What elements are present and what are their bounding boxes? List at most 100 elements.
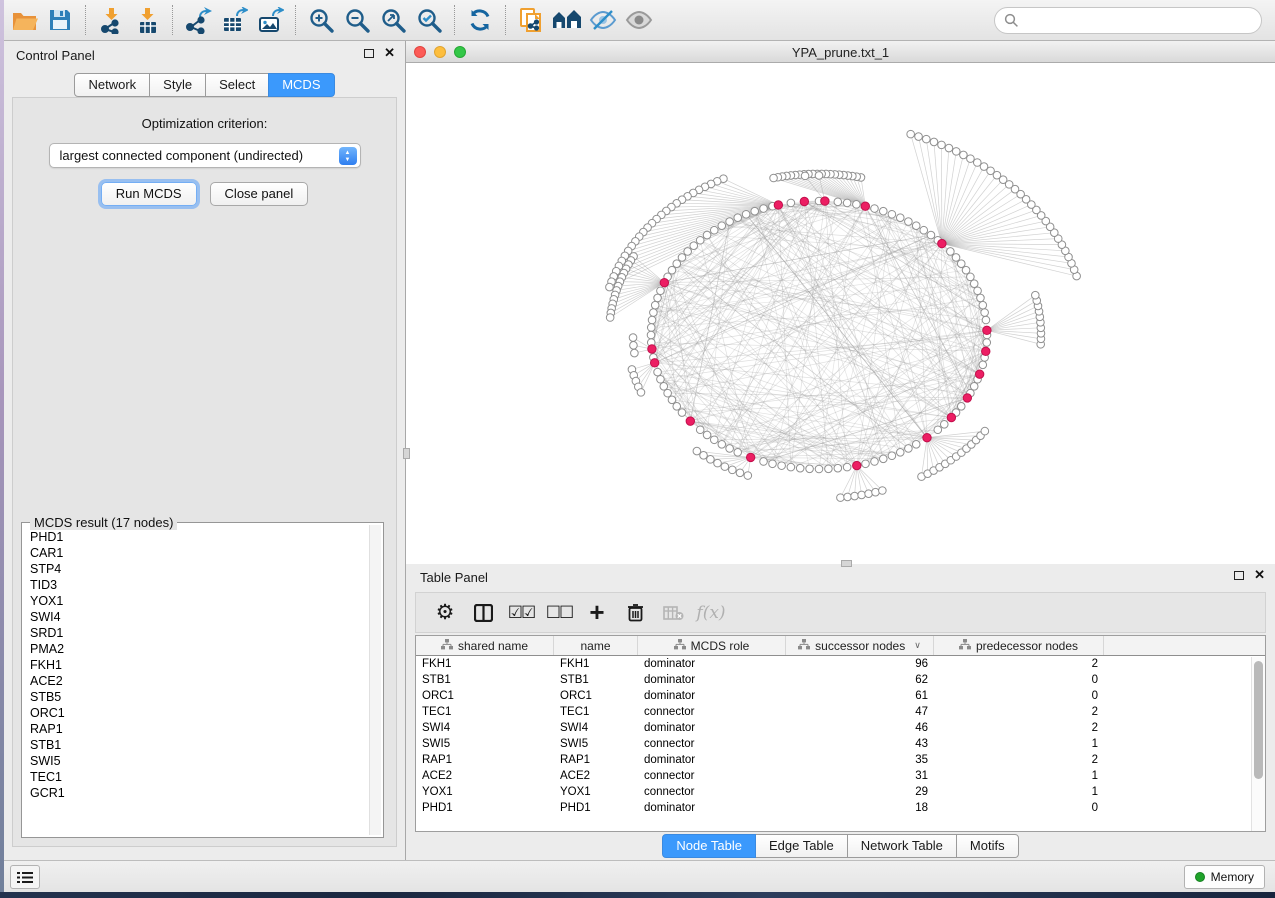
deselect-all-rows-icon[interactable]: ☐☐ xyxy=(542,597,576,629)
cell-shared-name: ACE2 xyxy=(416,770,554,782)
cell-MCDS-role: dominator xyxy=(638,658,786,670)
close-panel-icon[interactable]: ✕ xyxy=(384,48,395,58)
column-header-predecessor-nodes[interactable]: predecessor nodes xyxy=(934,636,1104,655)
tab-network[interactable]: Network xyxy=(74,73,150,97)
hide-selected-icon[interactable] xyxy=(585,3,621,37)
export-network-icon[interactable] xyxy=(180,3,216,37)
table-row[interactable]: YOX1YOX1connector291 xyxy=(416,784,1265,800)
search-input[interactable] xyxy=(1019,12,1252,29)
table-row[interactable]: STB1STB1dominator620 xyxy=(416,672,1265,688)
toolbar-separator xyxy=(505,5,506,35)
import-network-icon[interactable] xyxy=(93,3,129,37)
mcds-result-item[interactable]: ORC1 xyxy=(24,705,368,721)
mcds-result-scrollbar[interactable] xyxy=(369,525,381,835)
table-tab-motifs[interactable]: Motifs xyxy=(956,834,1019,858)
close-table-panel-icon[interactable]: ✕ xyxy=(1254,570,1265,580)
zoom-out-icon[interactable] xyxy=(339,3,375,37)
cell-predecessor-nodes: 2 xyxy=(934,722,1104,734)
save-session-icon[interactable] xyxy=(42,3,78,37)
mcds-result-list[interactable]: PHD1CAR1STP4TID3YOX1SWI4SRD1PMA2FKH1ACE2… xyxy=(24,529,368,835)
cell-successor-nodes: 35 xyxy=(786,754,934,766)
show-all-icon[interactable] xyxy=(621,3,657,37)
column-header-shared-name[interactable]: shared name xyxy=(416,636,554,655)
network-canvas[interactable] xyxy=(406,63,1275,564)
column-header-MCDS-role[interactable]: MCDS role xyxy=(638,636,786,655)
mcds-result-item[interactable]: TID3 xyxy=(24,577,368,593)
refresh-layout-icon[interactable] xyxy=(462,3,498,37)
network-column-icon xyxy=(798,639,810,653)
table-row[interactable]: SWI4SWI4dominator462 xyxy=(416,720,1265,736)
mcds-result-item[interactable]: STB5 xyxy=(24,689,368,705)
bottom-splitter-handle[interactable] xyxy=(841,560,852,567)
cell-successor-nodes: 96 xyxy=(786,658,934,670)
network-view-titlebar[interactable]: YPA_prune.txt_1 xyxy=(406,41,1275,63)
mcds-result-item[interactable]: RAP1 xyxy=(24,721,368,737)
mcds-result-item[interactable]: SWI4 xyxy=(24,609,368,625)
show-columns-icon[interactable] xyxy=(466,597,500,629)
table-row[interactable]: ACE2ACE2connector311 xyxy=(416,768,1265,784)
table-scrollbar[interactable] xyxy=(1251,657,1265,831)
mcds-result-item[interactable]: YOX1 xyxy=(24,593,368,609)
cell-MCDS-role: dominator xyxy=(638,674,786,686)
cell-shared-name: PHD1 xyxy=(416,802,554,814)
table-options-gear-icon[interactable]: ⚙ xyxy=(428,597,462,629)
mcds-result-item[interactable]: SWI5 xyxy=(24,753,368,769)
close-panel-button[interactable]: Close panel xyxy=(210,182,309,206)
cell-successor-nodes: 61 xyxy=(786,690,934,702)
tab-select[interactable]: Select xyxy=(205,73,269,97)
left-splitter-handle[interactable] xyxy=(403,448,410,459)
table-scrollbar-thumb[interactable] xyxy=(1254,661,1263,779)
network-column-icon xyxy=(959,639,971,653)
zoom-fit-icon[interactable] xyxy=(375,3,411,37)
table-row[interactable]: PHD1PHD1dominator180 xyxy=(416,800,1265,816)
table-row[interactable]: ORC1ORC1dominator610 xyxy=(416,688,1265,704)
table-tab-edge-table[interactable]: Edge Table xyxy=(755,834,848,858)
table-tab-network-table[interactable]: Network Table xyxy=(847,834,957,858)
cell-name: PHD1 xyxy=(554,802,638,814)
mcds-result-item[interactable]: SRD1 xyxy=(24,625,368,641)
import-table-icon[interactable] xyxy=(129,3,165,37)
float-panel-icon[interactable] xyxy=(364,49,374,58)
mcds-result-item[interactable]: GCR1 xyxy=(24,785,368,801)
first-neighbors-icon[interactable] xyxy=(549,3,585,37)
network-graph xyxy=(406,63,1275,564)
memory-button[interactable]: Memory xyxy=(1184,865,1265,889)
add-column-icon[interactable]: + xyxy=(580,597,614,629)
main-toolbar xyxy=(0,0,1275,41)
export-table-icon[interactable] xyxy=(216,3,252,37)
cell-shared-name: SWI4 xyxy=(416,722,554,734)
mcds-result-item[interactable]: PHD1 xyxy=(24,529,368,545)
column-header-name[interactable]: name xyxy=(554,636,638,655)
mcds-result-item[interactable]: CAR1 xyxy=(24,545,368,561)
new-network-from-selection-icon[interactable] xyxy=(513,3,549,37)
open-file-icon[interactable] xyxy=(6,3,42,37)
mcds-result-item[interactable]: FKH1 xyxy=(24,657,368,673)
export-image-icon[interactable] xyxy=(252,3,288,37)
table-tab-node-table[interactable]: Node Table xyxy=(662,834,756,858)
cell-successor-nodes: 62 xyxy=(786,674,934,686)
tab-style[interactable]: Style xyxy=(149,73,206,97)
table-row[interactable]: FKH1FKH1dominator962 xyxy=(416,656,1265,672)
zoom-selected-icon[interactable] xyxy=(411,3,447,37)
table-row[interactable]: SWI5SWI5connector431 xyxy=(416,736,1265,752)
cytoscape-window: Control Panel ✕ NetworkStyleSelectMCDS O… xyxy=(0,0,1275,898)
column-header-successor-nodes[interactable]: successor nodes∨ xyxy=(786,636,934,655)
table-row[interactable]: RAP1RAP1dominator352 xyxy=(416,752,1265,768)
float-table-panel-icon[interactable] xyxy=(1234,571,1244,580)
table-panel-tabs: Node TableEdge TableNetwork TableMotifs xyxy=(406,834,1275,858)
optimization-criterion-select[interactable]: largest connected component (undirected)… xyxy=(49,143,361,168)
mcds-result-item[interactable]: STP4 xyxy=(24,561,368,577)
network-search xyxy=(994,7,1262,34)
mcds-result-item[interactable]: TEC1 xyxy=(24,769,368,785)
mcds-result-item[interactable]: ACE2 xyxy=(24,673,368,689)
delete-columns-icon[interactable] xyxy=(618,597,652,629)
tab-mcds[interactable]: MCDS xyxy=(268,73,334,97)
task-history-button[interactable] xyxy=(10,865,40,889)
run-mcds-button[interactable]: Run MCDS xyxy=(101,182,197,206)
mcds-result-item[interactable]: PMA2 xyxy=(24,641,368,657)
table-row[interactable]: TEC1TEC1connector472 xyxy=(416,704,1265,720)
network-column-icon xyxy=(441,639,453,653)
mcds-result-item[interactable]: STB1 xyxy=(24,737,368,753)
select-all-rows-icon[interactable]: ☑☑ xyxy=(504,597,538,629)
zoom-in-icon[interactable] xyxy=(303,3,339,37)
